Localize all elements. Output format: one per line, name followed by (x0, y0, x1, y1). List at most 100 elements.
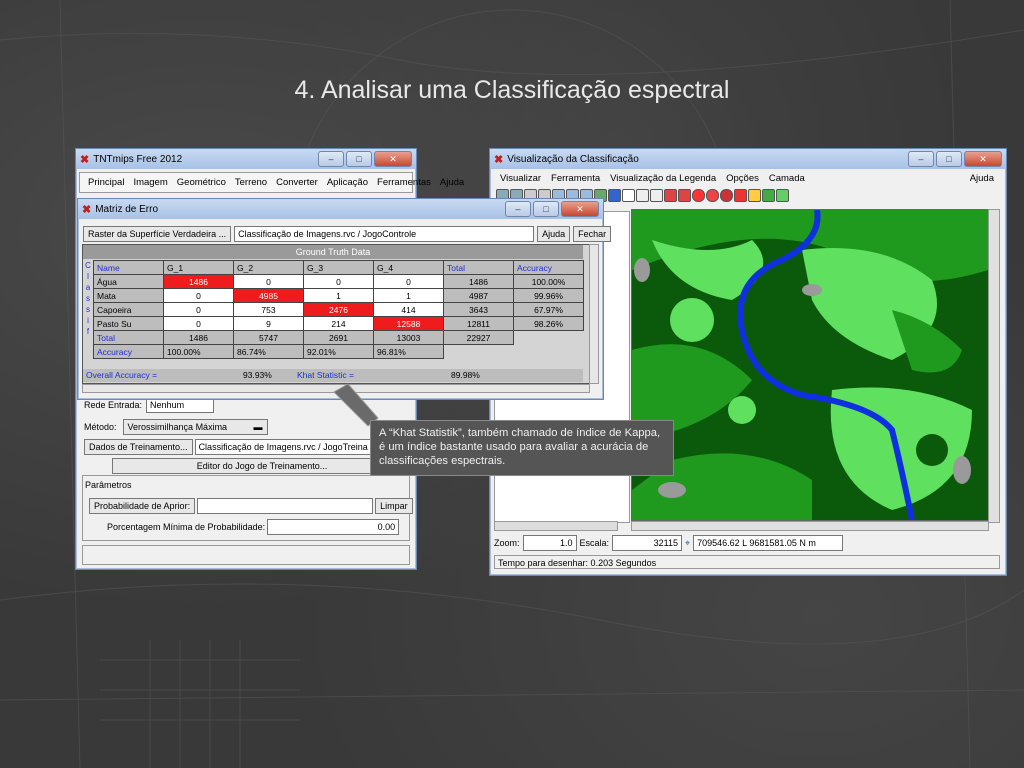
header-row: Name G_1 G_2 G_3 G_4 Total Accuracy (93, 260, 584, 275)
tnt-title: TNTmips Free 2012 (93, 153, 183, 165)
ruler-icon[interactable] (636, 189, 649, 202)
row-accuracy: 100.00% (513, 274, 584, 289)
min-prob-label: Porcentagem Mínima de Probabilidade: (107, 522, 266, 532)
table-row: Capoeira 0 753 2476 414 3643 67.97% (93, 302, 584, 317)
matrix-grid: Ground Truth Data C l a s s i f Name G_1… (82, 244, 590, 384)
measure-icon[interactable] (650, 189, 663, 202)
zoom-label: Zoom: (494, 538, 520, 548)
viz-menubar: Visualizar Ferramenta Visualização da Le… (490, 169, 1006, 188)
globe-icon[interactable] (608, 189, 621, 202)
matrix-cell: 214 (303, 316, 374, 331)
scale-field[interactable]: 32115 (612, 535, 683, 551)
menu-principal[interactable]: Principal (88, 177, 124, 188)
row-accuracy: 67.97% (513, 302, 584, 317)
viz-maximize-button[interactable]: □ (936, 151, 962, 167)
row-total: 12811 (443, 316, 514, 331)
matrix-cell: 4985 (233, 288, 304, 303)
training-data-button[interactable]: Dados de Treinamento... (84, 439, 193, 455)
classified-map[interactable] (631, 209, 989, 521)
clear-button[interactable]: Limpar (375, 498, 413, 514)
arrow-right-icon[interactable] (678, 189, 691, 202)
maximize-button[interactable]: □ (346, 151, 372, 167)
arrow-left-icon[interactable] (664, 189, 677, 202)
menu-imagem[interactable]: Imagem (133, 177, 167, 188)
ground-truth-header: Ground Truth Data (83, 245, 583, 259)
matrix-cell: 0 (233, 274, 304, 289)
empty-cell (513, 344, 584, 359)
matrix-cell: 0 (163, 288, 234, 303)
table-row: Mata 0 4985 1 1 4987 99.96% (93, 288, 584, 303)
viz-title: Visualização da Classificação (507, 153, 639, 165)
matrix-cell: 9 (233, 316, 304, 331)
training-data-field[interactable]: Classificação de Imagens.rvc / JogoTrein… (194, 439, 375, 455)
viz-menu-ferramenta[interactable]: Ferramenta (551, 173, 600, 184)
method-dropdown[interactable]: Verossimilhança Máxima ▬ (122, 419, 268, 435)
matrix-cell: 0 (303, 274, 374, 289)
total-value: 2691 (303, 330, 374, 345)
menu-geometrico[interactable]: Geométrico (177, 177, 226, 188)
stop-icon[interactable] (692, 189, 705, 202)
menu-ferramentas[interactable]: Ferramentas (377, 177, 431, 188)
zoom-field[interactable]: 1.0 (522, 535, 577, 551)
matrix-close-button[interactable]: ✕ (561, 201, 599, 217)
viz-minimize-button[interactable]: – (908, 151, 934, 167)
matrix-cell: 414 (373, 302, 444, 317)
coords-field: 709546.62 L 9681581.05 N m (693, 535, 844, 551)
matrix-minimize-button[interactable]: – (505, 201, 531, 217)
raster-field[interactable]: Classificação de Imagens.rvc / JogoContr… (234, 226, 535, 242)
row-name: Capoeira (93, 302, 164, 317)
viz-menu-opcoes[interactable]: Opções (726, 173, 759, 184)
col-header: G_1 (163, 260, 234, 275)
viz-menu-visualizar[interactable]: Visualizar (500, 173, 541, 184)
matrix-cell: 12588 (373, 316, 444, 331)
col-header: G_2 (233, 260, 304, 275)
viz-menu-ajuda[interactable]: Ajuda (970, 173, 994, 184)
search-icon[interactable] (706, 189, 719, 202)
palette-icon[interactable] (762, 189, 775, 202)
params-label: Parâmetros (85, 480, 132, 490)
pointer-icon[interactable] (734, 189, 747, 202)
minimize-button[interactable]: – (318, 151, 344, 167)
col-header: G_3 (303, 260, 374, 275)
viz-menu-camada[interactable]: Camada (769, 173, 805, 184)
min-prob-field[interactable]: 0.00 (267, 519, 400, 535)
class-side-label: C l a s s i f (83, 260, 93, 337)
side-letter: C (85, 261, 91, 270)
menu-converter[interactable]: Converter (276, 177, 318, 188)
menu-terreno[interactable]: Terreno (235, 177, 267, 188)
raster-button[interactable]: Raster da Superfície Verdadeira ... (83, 226, 232, 242)
overall-value: 93.93% (243, 370, 272, 380)
matrix-close-text-button[interactable]: Fechar (573, 226, 612, 242)
side-letter: l (87, 272, 89, 281)
matrix-vscrollbar[interactable] (589, 244, 599, 384)
matrix-maximize-button[interactable]: □ (533, 201, 559, 217)
viz-menu-legenda[interactable]: Visualização da Legenda (610, 173, 716, 184)
matrix-cell: 1 (373, 288, 444, 303)
side-letter: a (85, 283, 91, 292)
locator-icon[interactable]: ⌖ (685, 538, 690, 549)
close-button[interactable]: ✕ (374, 151, 412, 167)
total-value: 5747 (233, 330, 304, 345)
legend-scrollbar[interactable] (494, 521, 618, 531)
col-header: Total (443, 260, 514, 275)
side-letter: s (86, 294, 90, 303)
map-hscrollbar[interactable] (631, 521, 989, 531)
training-editor-button[interactable]: Editor do Jogo de Treinamento... (112, 458, 412, 474)
menu-ajuda[interactable]: Ajuda (440, 177, 464, 188)
side-letter: i (87, 316, 89, 325)
legend-icon[interactable] (748, 189, 761, 202)
scale-label: Escala: (579, 538, 610, 548)
histogram-icon[interactable] (776, 189, 789, 202)
grid-icon[interactable] (622, 189, 635, 202)
viz-close-button[interactable]: ✕ (964, 151, 1002, 167)
menu-aplicacao[interactable]: Aplicação (327, 177, 368, 188)
map-vscrollbar[interactable] (988, 209, 1000, 523)
error-matrix-window: ✖ Matriz de Erro – □ ✕ Raster da Superfí… (77, 198, 612, 400)
row-total: 3643 (443, 302, 514, 317)
grand-total: 22927 (443, 330, 514, 345)
target-icon[interactable] (720, 189, 733, 202)
prob-field[interactable] (197, 498, 374, 514)
overall-label: Overall Accuracy = (86, 370, 158, 380)
matrix-help-button[interactable]: Ajuda (537, 226, 571, 242)
matrix-cell: 0 (163, 316, 234, 331)
